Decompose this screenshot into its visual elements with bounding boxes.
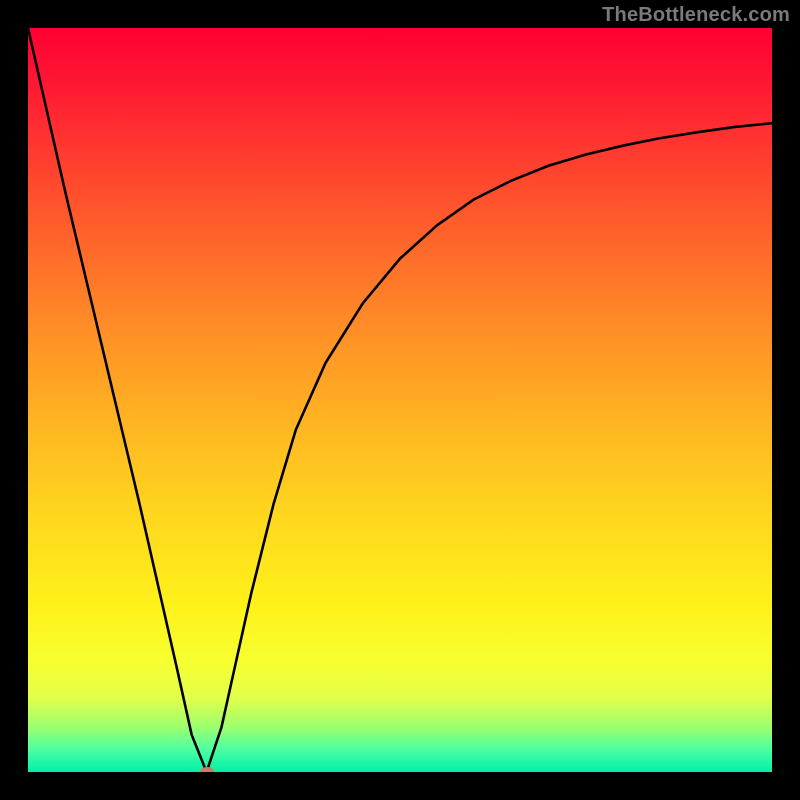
bottleneck-curve <box>28 28 772 772</box>
chart-frame: TheBottleneck.com <box>0 0 800 800</box>
plot-area <box>28 28 772 772</box>
watermark-label: TheBottleneck.com <box>602 4 790 27</box>
minimum-marker <box>200 767 214 772</box>
